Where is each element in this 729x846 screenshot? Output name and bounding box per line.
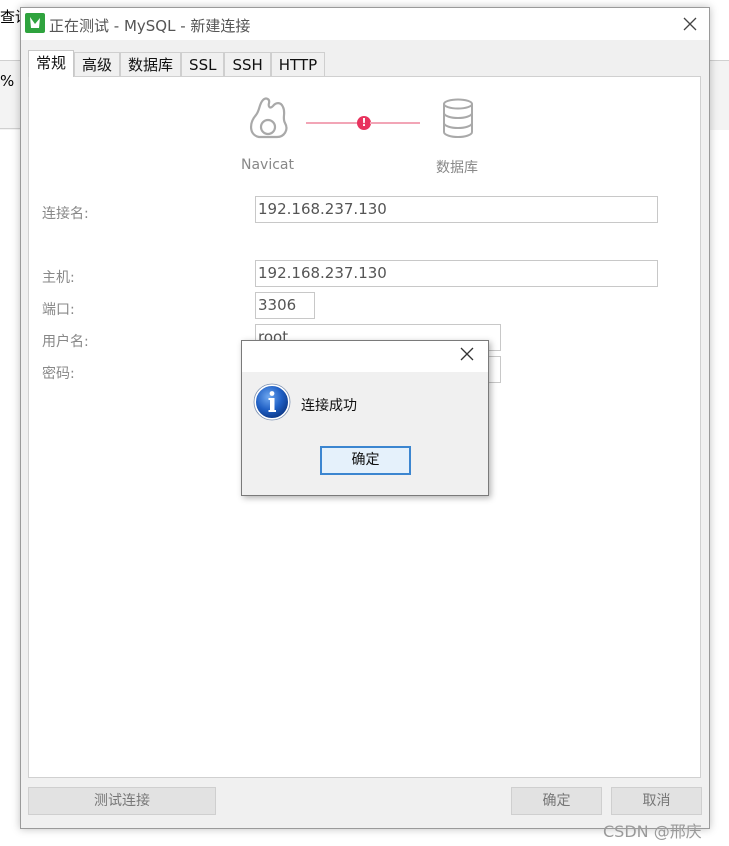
tab-http[interactable]: HTTP	[270, 52, 326, 77]
info-icon	[253, 383, 291, 421]
flow-line-left	[306, 122, 358, 124]
connection-success-message-box: 连接成功 确定	[241, 340, 489, 496]
close-icon	[683, 17, 697, 31]
flow-line-right	[370, 122, 420, 124]
dialog-titlebar[interactable]: 正在测试 - MySQL - 新建连接	[21, 8, 709, 40]
dialog-title: 正在测试 - MySQL - 新建连接	[49, 17, 251, 35]
dialog-close-button[interactable]	[677, 12, 703, 36]
tab-general[interactable]: 常规	[28, 50, 75, 77]
message-box-close-icon[interactable]	[460, 347, 474, 361]
connection-flow-diagram: Navicat ! 数据库	[29, 77, 702, 177]
ok-button[interactable]: 确定	[511, 787, 602, 815]
tab-ssh[interactable]: SSH	[224, 52, 271, 77]
port-input[interactable]: 3306	[255, 292, 315, 319]
test-connection-button[interactable]: 测试连接	[28, 787, 216, 815]
cancel-button[interactable]: 取消	[611, 787, 702, 815]
connection-name-input[interactable]: 192.168.237.130	[255, 196, 658, 223]
tab-advanced[interactable]: 高级	[74, 52, 121, 77]
message-box-ok-button[interactable]: 确定	[320, 446, 411, 475]
password-label: 密码:	[42, 366, 75, 382]
navicat-label: Navicat	[241, 157, 294, 173]
watermark: CSDN @邢庆	[603, 822, 702, 841]
connection-name-label: 连接名:	[42, 206, 89, 222]
background-divider	[0, 128, 22, 129]
database-icon	[443, 98, 473, 138]
tab-ssl[interactable]: SSL	[181, 52, 225, 77]
tab-database[interactable]: 数据库	[120, 52, 182, 77]
message-box-titlebar[interactable]	[242, 341, 488, 372]
connection-status-indicator: !	[357, 116, 371, 130]
host-input[interactable]: 192.168.237.130	[255, 260, 658, 287]
host-label: 主机:	[42, 270, 75, 286]
username-label: 用户名:	[42, 334, 89, 350]
port-label: 端口:	[42, 302, 75, 318]
navicat-app-icon	[25, 13, 45, 33]
navicat-logo-icon	[250, 97, 288, 139]
message-text: 连接成功	[301, 398, 357, 414]
tab-bar: 常规 高级 数据库 SSL SSH HTTP	[28, 50, 326, 77]
database-label: 数据库	[436, 160, 478, 176]
